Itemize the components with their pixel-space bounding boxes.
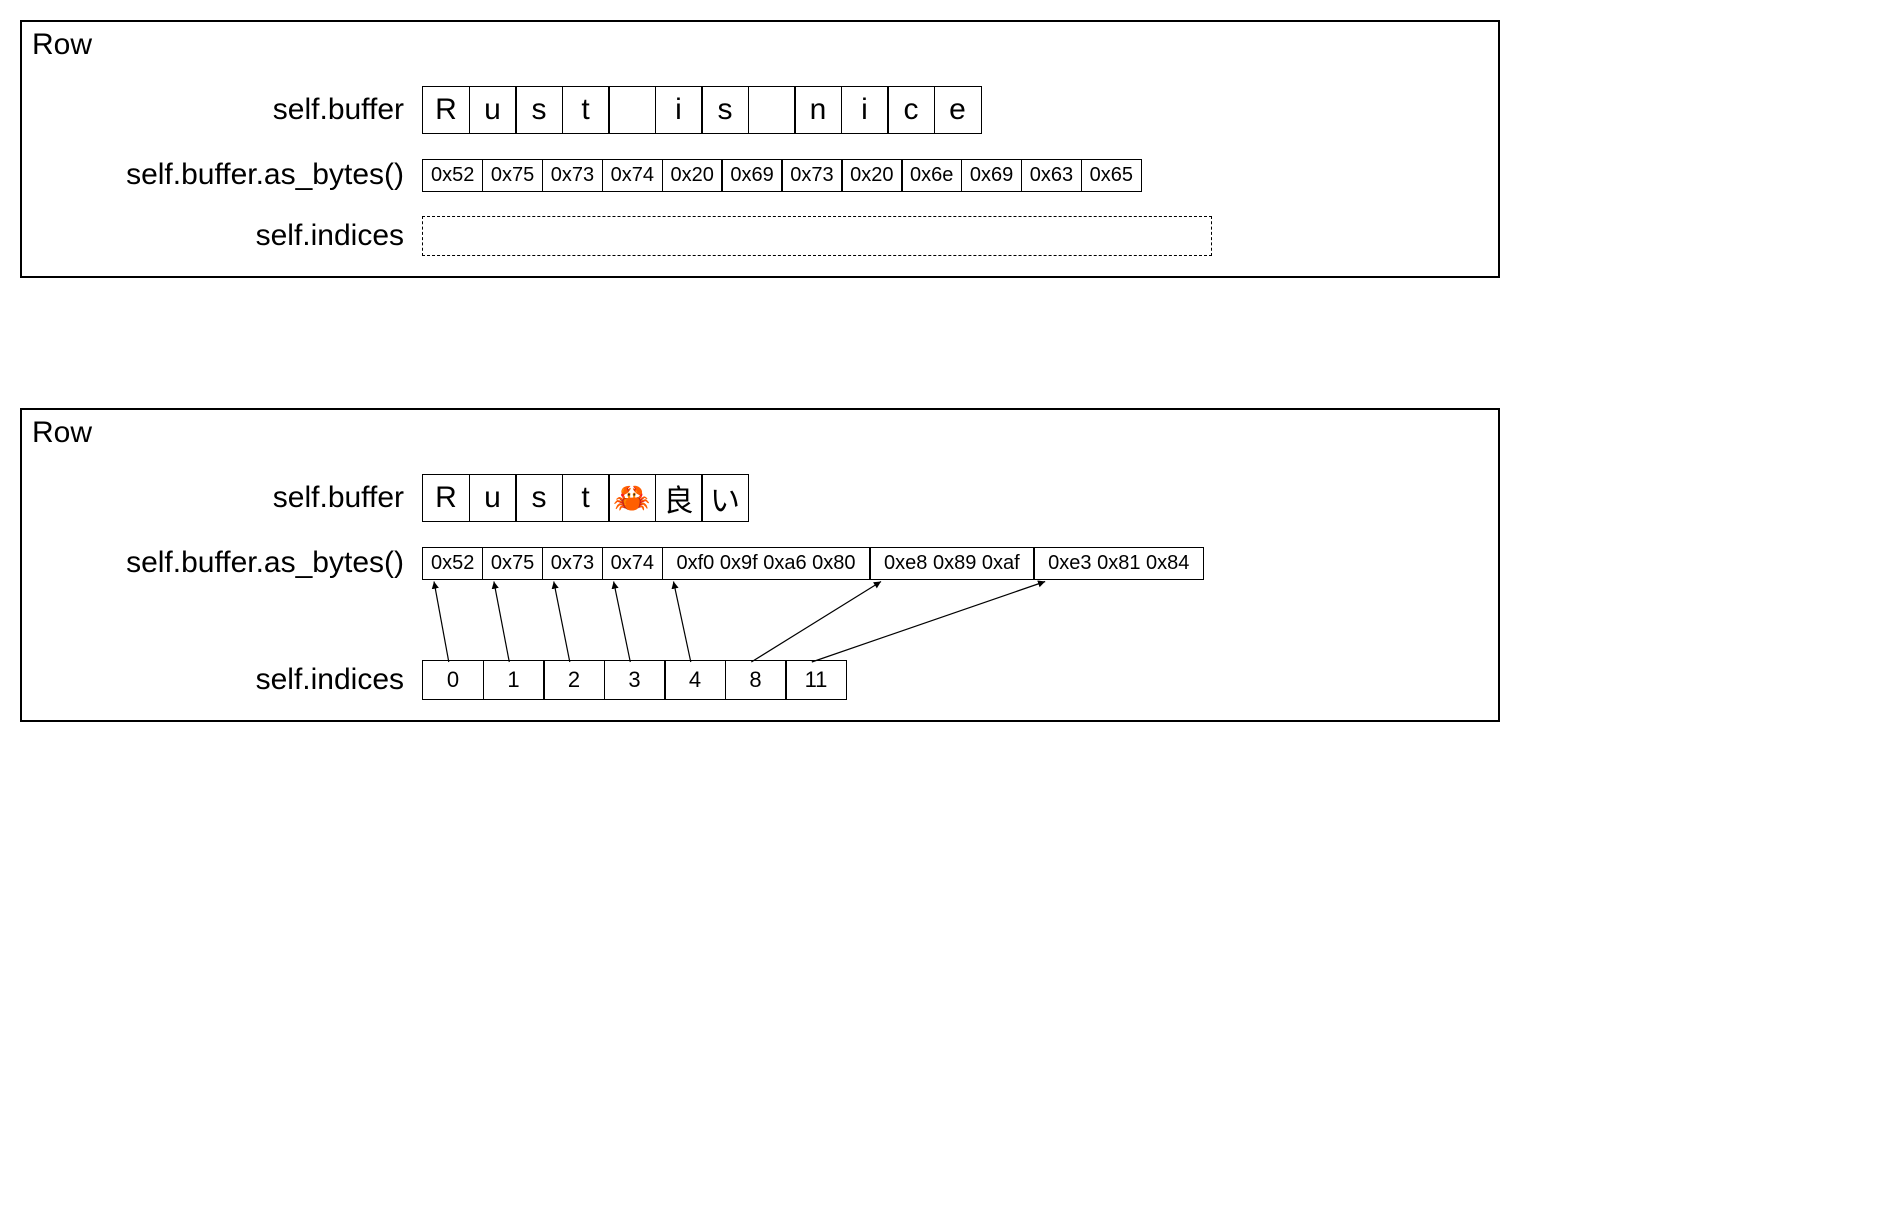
label-indices: self.indices [32, 219, 422, 253]
indices-cells: 01234811 [422, 660, 847, 700]
char-cell: e [934, 86, 982, 134]
byte-cell: 0x73 [542, 547, 603, 580]
char-cell: s [701, 86, 749, 134]
char-cell: c [887, 86, 935, 134]
buffer-line: self.buffer Rust🦀良い [32, 474, 1488, 522]
char-cell: R [422, 86, 470, 134]
row-title: Row [32, 416, 1488, 450]
byte-cell: 0x52 [422, 159, 483, 192]
char-cell: s [515, 86, 563, 134]
row-title: Row [32, 28, 1488, 62]
byte-cell: 0x69 [721, 159, 782, 192]
bytes-line: self.buffer.as_bytes() 0x520x750x730x740… [32, 546, 1488, 580]
indices-line: self.indices 01234811 [32, 660, 1488, 700]
index-cell: 1 [483, 660, 545, 700]
char-cell [748, 86, 796, 134]
byte-cell: 0x74 [602, 159, 663, 192]
char-cell: R [422, 474, 470, 522]
char-cell: t [562, 86, 610, 134]
char-cell: い [701, 474, 749, 522]
index-cell: 3 [604, 660, 666, 700]
label-indices: self.indices [32, 663, 422, 697]
char-cell [608, 86, 656, 134]
byte-cell: 0x74 [602, 547, 663, 580]
byte-cell: 0xe3 0x81 0x84 [1033, 547, 1204, 580]
char-cell: 良 [655, 474, 703, 522]
char-cell: 🦀 [608, 474, 656, 522]
buffer-cells: Rust is nice [422, 86, 982, 134]
char-cell: i [841, 86, 889, 134]
byte-cell: 0x73 [542, 159, 603, 192]
indices-empty [422, 216, 1212, 256]
byte-cell: 0x75 [482, 547, 543, 580]
byte-cell: 0x20 [662, 159, 723, 192]
label-bytes: self.buffer.as_bytes() [32, 158, 422, 192]
char-cell: n [794, 86, 842, 134]
char-cell: s [515, 474, 563, 522]
index-cell: 0 [422, 660, 484, 700]
byte-cell: 0x73 [781, 159, 842, 192]
byte-cell: 0x63 [1021, 159, 1082, 192]
byte-cell: 0x20 [841, 159, 902, 192]
byte-cell: 0x6e [901, 159, 962, 192]
row-diagram-2: Row self.buffer Rust🦀良い self.buffer.as_b… [20, 408, 1500, 722]
char-cell: t [562, 474, 610, 522]
byte-cell: 0x52 [422, 547, 483, 580]
label-buffer: self.buffer [32, 481, 422, 515]
index-cell: 2 [543, 660, 605, 700]
indices-line: self.indices [32, 216, 1488, 256]
char-cell: u [469, 86, 517, 134]
byte-cell: 0x65 [1081, 159, 1142, 192]
char-cell: u [469, 474, 517, 522]
byte-cell: 0xf0 0x9f 0xa6 0x80 [662, 547, 871, 580]
label-bytes: self.buffer.as_bytes() [32, 546, 422, 580]
buffer-cells: Rust🦀良い [422, 474, 749, 522]
label-buffer: self.buffer [32, 93, 422, 127]
bytes-cells: 0x520x750x730x740x200x690x730x200x6e0x69… [422, 159, 1142, 192]
index-cell: 8 [725, 660, 787, 700]
char-cell: i [655, 86, 703, 134]
index-cell: 11 [785, 660, 847, 700]
byte-cell: 0xe8 0x89 0xaf [869, 547, 1035, 580]
row-diagram-1: Row self.buffer Rust is nice self.buffer… [20, 20, 1500, 278]
index-cell: 4 [664, 660, 726, 700]
bytes-cells: 0x520x750x730x740xf0 0x9f 0xa6 0x800xe8 … [422, 547, 1204, 580]
buffer-line: self.buffer Rust is nice [32, 86, 1488, 134]
bytes-line: self.buffer.as_bytes() 0x520x750x730x740… [32, 158, 1488, 192]
byte-cell: 0x75 [482, 159, 543, 192]
byte-cell: 0x69 [961, 159, 1022, 192]
